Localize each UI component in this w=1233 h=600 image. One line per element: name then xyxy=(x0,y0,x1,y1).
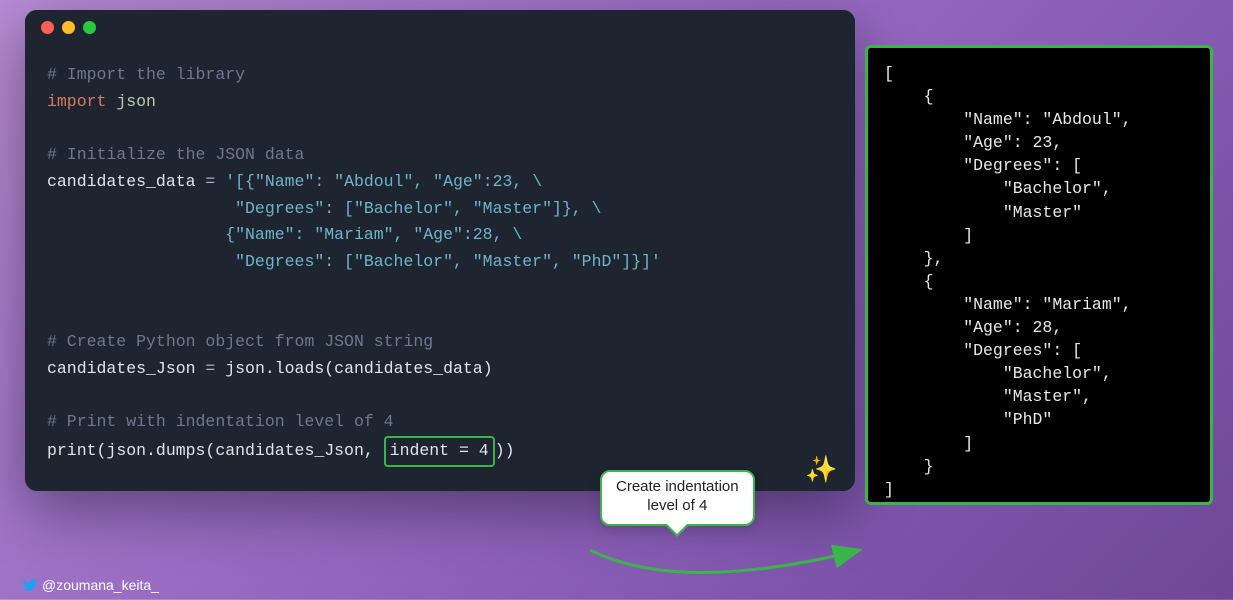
operator-equals: = xyxy=(196,359,226,378)
tooltip-bubble: Create indentation level of 4 xyxy=(600,470,755,526)
operator-equals: = xyxy=(196,172,226,191)
call-close: )) xyxy=(495,441,515,460)
string-literal: "Degrees": ["Bachelor", "Master"]}, \ xyxy=(47,199,602,218)
author-handle: @zoumana_keita_ xyxy=(22,577,159,593)
tooltip-line: level of 4 xyxy=(647,497,707,514)
maximize-icon[interactable] xyxy=(83,21,96,34)
builtin-print: print xyxy=(47,441,97,460)
variable-name: candidates_Json xyxy=(47,359,196,378)
sparkle-icon: ✨ xyxy=(805,455,837,486)
arrow-connector xyxy=(560,540,880,600)
close-icon[interactable] xyxy=(41,21,54,34)
minimize-icon[interactable] xyxy=(62,21,75,34)
tooltip-line: Create indentation xyxy=(616,478,739,495)
indent-argument-text: indent = 4 xyxy=(390,441,489,460)
highlighted-argument: indent = 4 xyxy=(384,436,495,467)
variable-name: candidates_data xyxy=(47,172,196,191)
comment-line: # Initialize the JSON data xyxy=(47,145,304,164)
code-content: # Import the library import json # Initi… xyxy=(25,44,855,491)
comment-line: # Import the library xyxy=(47,65,245,84)
comment-line: # Create Python object from JSON string xyxy=(47,332,433,351)
twitter-icon xyxy=(22,577,38,593)
module-name: json xyxy=(106,92,156,111)
string-literal: '[{"Name": "Abdoul", "Age":23, \ xyxy=(225,172,542,191)
output-text: [ { "Name": "Abdoul", "Age": 23, "Degree… xyxy=(884,64,1132,499)
keyword-import: import xyxy=(47,92,106,111)
handle-text: @zoumana_keita_ xyxy=(42,577,159,593)
code-window: # Import the library import json # Initi… xyxy=(25,10,855,491)
call-args: (json.dumps(candidates_Json, xyxy=(97,441,384,460)
canvas: # Import the library import json # Initi… xyxy=(0,0,1233,599)
function-call: json.loads(candidates_data) xyxy=(225,359,492,378)
window-titlebar xyxy=(25,10,855,44)
output-panel: [ { "Name": "Abdoul", "Age": 23, "Degree… xyxy=(865,45,1213,505)
comment-line: # Print with indentation level of 4 xyxy=(47,412,394,431)
string-literal: {"Name": "Mariam", "Age":28, \ xyxy=(47,225,522,244)
string-literal: "Degrees": ["Bachelor", "Master", "PhD"]… xyxy=(47,252,661,271)
